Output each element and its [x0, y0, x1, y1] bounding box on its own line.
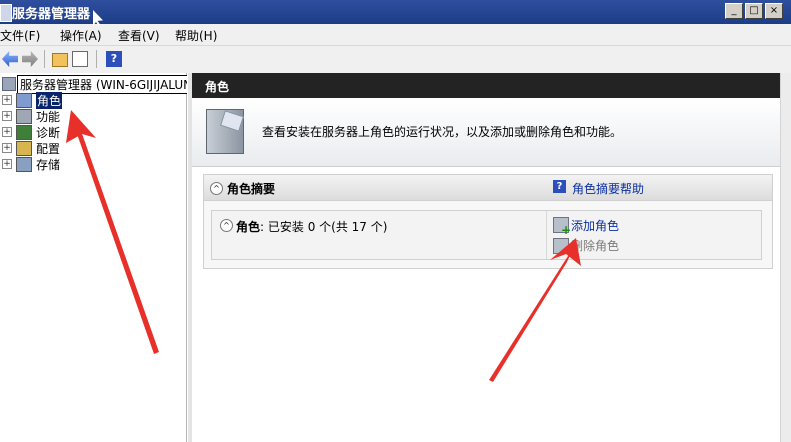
roles-summary-help-link[interactable]: 角色摘要帮助: [572, 180, 644, 197]
window-controls: _ □ ×: [725, 3, 783, 19]
collapse-icon[interactable]: ^: [210, 182, 223, 195]
roles-icon: [16, 93, 32, 108]
expand-icon[interactable]: +: [2, 95, 12, 105]
roles-count: : 已安装 0 个(共 17 个): [260, 220, 388, 234]
back-arrow-icon[interactable]: [2, 51, 18, 67]
expand-icon[interactable]: +: [2, 143, 12, 153]
navigation-tree: 服务器管理器 (WIN-6GIJIJALUN7) + 角色 + 功能 + 诊断 …: [0, 73, 208, 442]
remove-role-icon: [553, 238, 571, 258]
roles-summary-panel: ^ 角色摘要 ? 角色摘要帮助 ^ 角色: 已安装 0 个(共 17 个) 添加…: [203, 174, 773, 269]
content-title: 角色: [205, 80, 230, 94]
help-icon[interactable]: ?: [553, 180, 566, 193]
toolbar: ?: [0, 45, 791, 74]
intro-banner: 查看安装在服务器上角色的运行状况，以及添加或删除角色和功能。: [192, 98, 780, 167]
roles-summary-header: ^ 角色摘要 ? 角色摘要帮助: [204, 175, 772, 201]
scrollbar[interactable]: [780, 73, 791, 442]
tree-item-label: 配置: [36, 142, 61, 156]
roles-section: ^ 角色: 已安装 0 个(共 17 个) 添加角色 删除角色: [211, 210, 762, 260]
diagnostics-icon: [16, 125, 32, 140]
content-pane: 角色 查看安装在服务器上角色的运行状况，以及添加或删除角色和功能。 ^ 角色摘要…: [192, 73, 780, 442]
tree-item-label: 诊断: [36, 126, 61, 140]
roles-label: 角色: [236, 220, 261, 234]
collapse-icon[interactable]: ^: [220, 219, 233, 232]
title-bar: 服务器管理器 _ □ ×: [0, 0, 791, 24]
help-icon[interactable]: ?: [106, 51, 122, 67]
up-folder-icon[interactable]: [52, 53, 68, 67]
storage-icon: [16, 157, 32, 172]
intro-text: 查看安装在服务器上角色的运行状况，以及添加或删除角色和功能。: [262, 125, 623, 139]
server-roles-icon: [206, 109, 244, 154]
toolbar-separator: [96, 50, 97, 68]
menu-action[interactable]: 操作(A): [60, 27, 102, 44]
tree-item-label: 角色: [36, 92, 63, 109]
minimize-button[interactable]: _: [725, 3, 743, 19]
roles-actions: 添加角色 删除角色: [546, 211, 760, 259]
server-manager-icon: [2, 77, 16, 91]
add-role-link[interactable]: 添加角色: [571, 217, 619, 234]
menu-file[interactable]: 文件(F): [0, 27, 40, 44]
tree-item-label: 存储: [36, 158, 61, 172]
add-role-icon[interactable]: [553, 217, 571, 237]
server-manager-icon: [0, 4, 12, 22]
show-hide-tree-icon[interactable]: [72, 51, 88, 67]
configuration-icon: [16, 141, 32, 156]
forward-arrow-icon[interactable]: [22, 51, 38, 67]
roles-summary-title: 角色摘要: [227, 182, 276, 196]
expand-icon[interactable]: +: [2, 159, 12, 169]
remove-role-link: 删除角色: [571, 239, 620, 253]
menu-view[interactable]: 查看(V): [118, 27, 160, 44]
tree-item-label: 功能: [36, 110, 61, 124]
window-title: 服务器管理器: [12, 7, 91, 22]
roles-status: 角色: 已安装 0 个(共 17 个): [236, 218, 387, 235]
features-icon: [16, 109, 32, 124]
toolbar-separator: [44, 50, 45, 68]
content-header: 角色: [192, 73, 780, 98]
expand-icon[interactable]: +: [2, 111, 12, 121]
menu-help[interactable]: 帮助(H): [175, 27, 217, 44]
maximize-button[interactable]: □: [745, 3, 763, 19]
close-button[interactable]: ×: [765, 3, 783, 19]
menu-bar: 文件(F) 操作(A) 查看(V) 帮助(H): [0, 24, 791, 44]
expand-icon[interactable]: +: [2, 127, 12, 137]
